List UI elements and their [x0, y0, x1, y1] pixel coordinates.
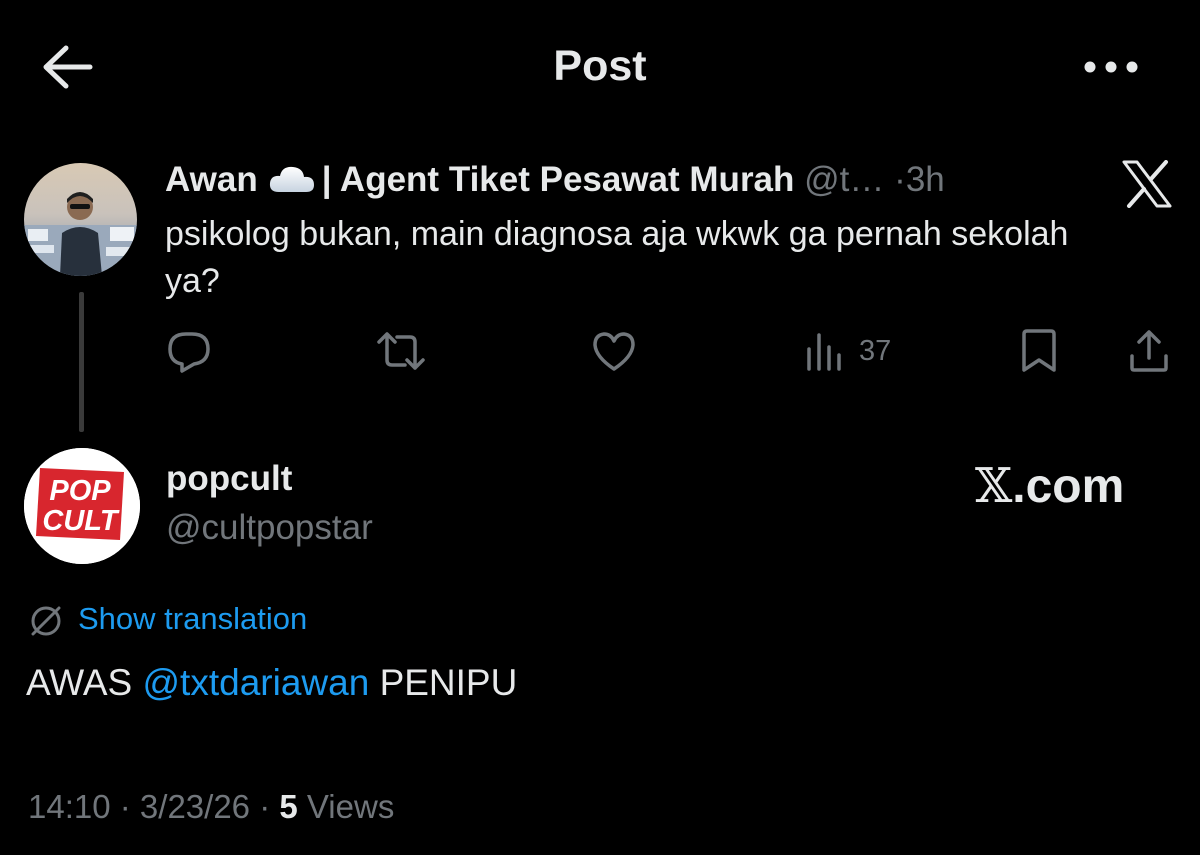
parent-post-text: psikolog bukan, main diagnosa aja wkwk g… — [165, 215, 1069, 300]
avatar-text-pop: POP — [49, 475, 111, 507]
bookmark-icon[interactable] — [1018, 328, 1060, 374]
show-translation-link[interactable]: Show translation — [78, 601, 307, 637]
display-name-suffix[interactable]: | Agent Tiket Pesawat Murah — [322, 160, 795, 199]
reply-icon[interactable] — [166, 328, 212, 374]
avatar[interactable]: POP CULT — [24, 448, 140, 564]
page-title: Post — [553, 42, 647, 90]
translate-globe-icon — [28, 603, 64, 639]
thread-line — [79, 292, 84, 432]
handle[interactable]: @t… — [804, 160, 884, 199]
views-count: 37 — [859, 334, 892, 367]
share-icon[interactable] — [1127, 328, 1171, 374]
heart-icon[interactable] — [591, 328, 637, 374]
post-date[interactable]: 3/23/26 — [140, 788, 250, 825]
post-text-suffix: PENIPU — [379, 662, 518, 703]
post-time[interactable]: 3h — [906, 160, 945, 199]
display-name[interactable]: Awan — [165, 160, 258, 199]
separator: · — [894, 160, 906, 199]
views-label[interactable]: Views — [307, 788, 394, 825]
x-logo-icon — [1122, 160, 1172, 208]
xcom-watermark: 𝕏.com — [975, 458, 1124, 514]
avatar[interactable] — [24, 163, 137, 276]
handle[interactable]: @cultpopstar — [166, 508, 373, 548]
more-options-icon[interactable] — [1082, 52, 1142, 82]
views-count[interactable]: 5 — [279, 788, 297, 825]
post-text: AWAS @txtdariawan PENIPU — [26, 662, 517, 704]
watermark-x: 𝕏 — [975, 458, 1013, 514]
post-meta: 14:10 · 3/23/26 · 5 Views — [28, 788, 395, 825]
display-name[interactable]: popcult — [166, 459, 292, 499]
retweet-icon[interactable] — [375, 328, 427, 374]
analytics-icon — [805, 331, 845, 371]
post-time[interactable]: 14:10 — [28, 788, 111, 825]
views-button[interactable]: 37 — [805, 328, 905, 374]
post-text-prefix: AWAS — [26, 662, 133, 703]
watermark-domain: .com — [1012, 460, 1125, 513]
parent-post-header[interactable]: Awan | Agent Tiket Pesawat Murah @t… ·3h — [165, 158, 945, 202]
avatar-text-cult: CULT — [42, 505, 119, 537]
cloud-emoji-icon — [268, 162, 316, 194]
mention-link[interactable]: @txtdariawan — [143, 662, 370, 703]
